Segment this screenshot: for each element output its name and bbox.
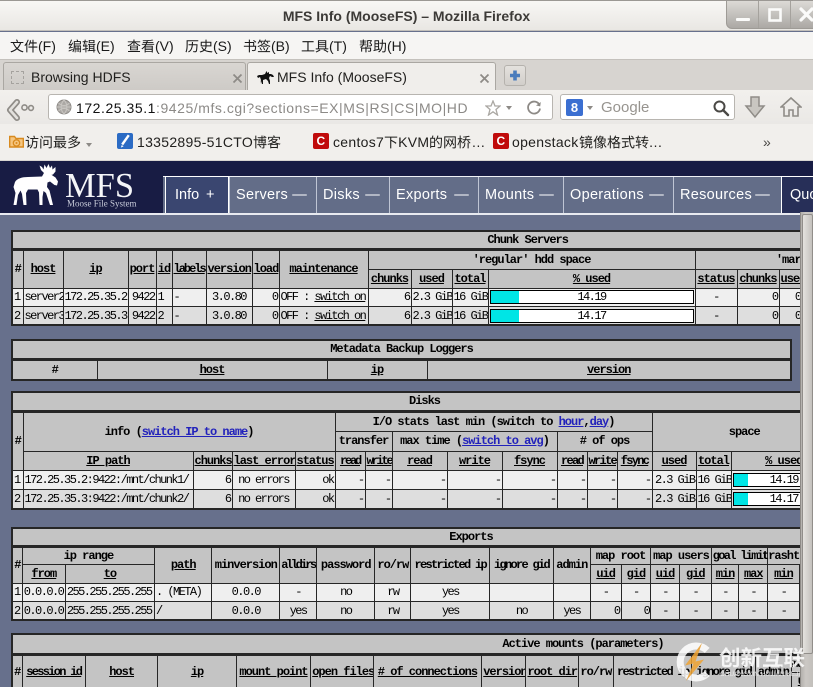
svg-text:CHUANGXIN HULIAN KEJI: CHUANGXIN HULIAN KEJI	[720, 671, 800, 678]
